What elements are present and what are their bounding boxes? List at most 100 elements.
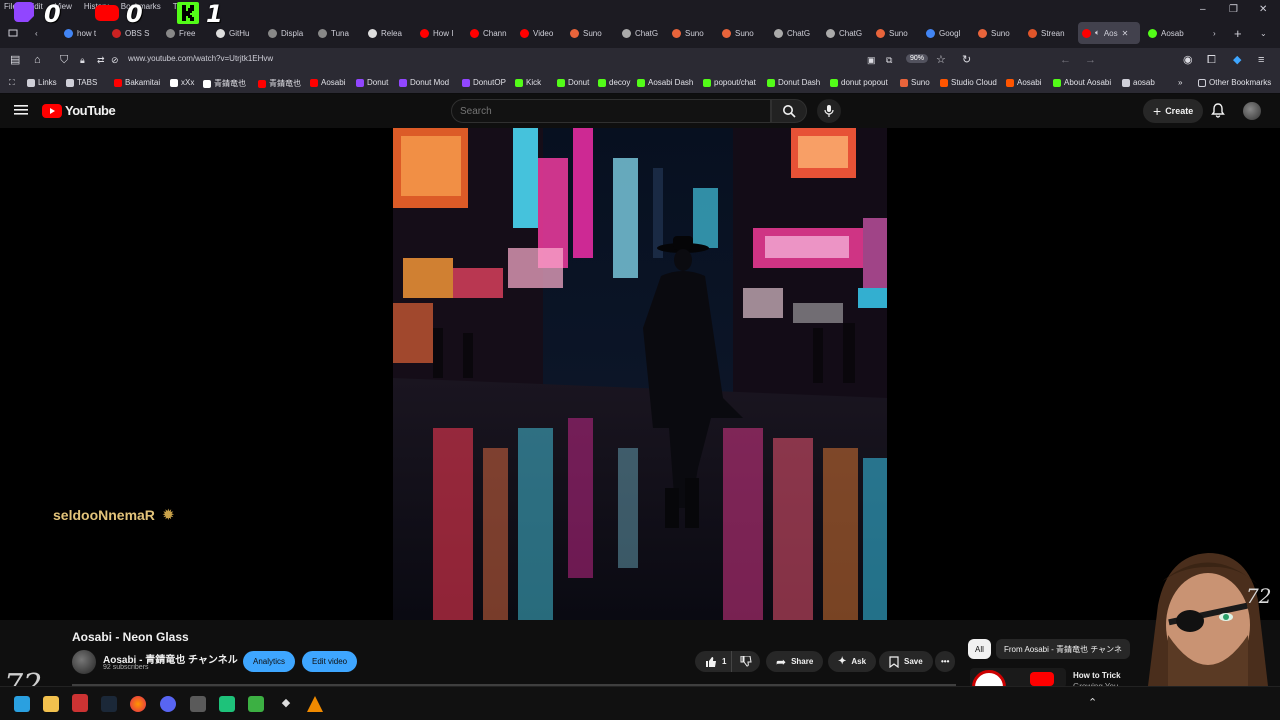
tab-scroll-left[interactable]: ‹: [35, 22, 47, 44]
bookmark-item[interactable]: aosab: [1122, 78, 1155, 87]
bookmark-item[interactable]: Donut Dash: [767, 78, 820, 87]
screenshot-icon[interactable]: ⧉: [886, 53, 892, 67]
back-icon[interactable]: ←: [1060, 53, 1071, 67]
bookmark-star-icon[interactable]: ☆: [936, 53, 946, 67]
bookmark-item[interactable]: Bakamitai: [114, 78, 160, 87]
close-tab-icon[interactable]: ✕: [1122, 29, 1129, 38]
dislike-button[interactable]: [731, 651, 760, 672]
search-input[interactable]: [452, 100, 770, 122]
windows-start-icon[interactable]: [14, 696, 30, 712]
save-button[interactable]: Save: [879, 651, 933, 672]
browser-tab[interactable]: Tuna: [318, 22, 364, 44]
browser-tab[interactable]: OBS S: [112, 22, 158, 44]
bookmark-item[interactable]: Aosabi: [1006, 78, 1041, 87]
browser-tab[interactable]: Displa: [268, 22, 314, 44]
bookmark-item[interactable]: Suno: [900, 78, 930, 87]
bookmark-item[interactable]: Links: [27, 78, 57, 87]
bookmark-item[interactable]: decoy: [598, 78, 630, 87]
browser-tab[interactable]: Suno: [672, 22, 718, 44]
youtube-logo[interactable]: YouTube: [42, 103, 116, 118]
bookmark-item[interactable]: Donut: [557, 78, 589, 87]
list-all-tabs-button[interactable]: ⌄: [1260, 22, 1272, 44]
other-bookmarks-folder[interactable]: Other Bookmarks: [1198, 78, 1271, 87]
extensions-icon[interactable]: ⧠: [1207, 53, 1216, 67]
new-tab-button[interactable]: +: [1234, 22, 1246, 44]
chat-app-icon[interactable]: [219, 696, 235, 712]
speaker-icon[interactable]: 🔈︎: [1095, 28, 1100, 38]
bookmark-item[interactable]: 青錆竜也: [258, 78, 301, 89]
bookmark-item[interactable]: Donut Mod: [399, 78, 449, 87]
shield-icon[interactable]: ⛉: [60, 53, 68, 67]
bookmark-item[interactable]: Studio Cloud: [940, 78, 997, 87]
mute-icon[interactable]: ⊘: [111, 53, 119, 67]
create-button[interactable]: + Create: [1143, 99, 1204, 123]
guide-menu-button[interactable]: [14, 104, 28, 116]
browser-tab[interactable]: Googl: [926, 22, 972, 44]
reload-icon[interactable]: ↻: [962, 53, 971, 67]
notifications-button[interactable]: [1211, 103, 1225, 118]
bookmark-item[interactable]: xXx: [170, 78, 194, 87]
voice-search-button[interactable]: [817, 99, 841, 123]
browser-tab[interactable]: ChatG: [826, 22, 872, 44]
analytics-button[interactable]: Analytics: [243, 651, 296, 672]
forward-icon[interactable]: →: [1085, 53, 1096, 67]
browser-tab[interactable]: How I: [420, 22, 466, 44]
browser-tab[interactable]: how t: [64, 22, 110, 44]
browser-tab[interactable]: Video: [520, 22, 566, 44]
close-window-button[interactable]: ✕: [1259, 4, 1267, 15]
bookmark-item[interactable]: Aosabi: [310, 78, 345, 87]
browser-tab[interactable]: Relea: [368, 22, 414, 44]
bookmark-item[interactable]: Kick: [515, 78, 541, 87]
browser-tab[interactable]: Strean: [1028, 22, 1074, 44]
bookmark-item[interactable]: donut popout: [830, 78, 888, 87]
home-icon[interactable]: ⌂: [34, 53, 41, 67]
tab-scroll-right[interactable]: ›: [1213, 22, 1223, 44]
filter-chip-from-channel[interactable]: From Aosabi - 青錆竜也 チャンネ: [996, 639, 1130, 659]
minimize-button[interactable]: –: [1200, 4, 1206, 15]
firefox-icon[interactable]: [130, 696, 146, 712]
steam-icon[interactable]: [101, 696, 117, 712]
browser-tab[interactable]: Suno: [978, 22, 1024, 44]
notepad-icon[interactable]: [248, 696, 264, 712]
bookmark-item[interactable]: Aosabi Dash: [637, 78, 693, 87]
discord-icon[interactable]: [160, 696, 176, 712]
lock-icon[interactable]: 🔒︎: [80, 53, 85, 67]
zoom-level[interactable]: 90%: [906, 54, 929, 63]
bookmark-item[interactable]: popout/chat: [703, 78, 756, 87]
reader-view-icon[interactable]: ▣: [867, 53, 876, 67]
account-icon[interactable]: ◉: [1183, 53, 1193, 67]
maximize-button[interactable]: ❐: [1229, 4, 1238, 15]
browser-tab[interactable]: Suno: [876, 22, 922, 44]
search-button[interactable]: [771, 99, 807, 123]
sidebar-toggle-icon[interactable]: ▤: [10, 53, 20, 67]
bookmark-item[interactable]: DonutOP: [462, 78, 506, 87]
more-bookmarks-icon[interactable]: »: [1178, 78, 1182, 87]
browser-tab[interactable]: 🔈︎ Aos ✕: [1078, 22, 1140, 44]
recommended-video-title[interactable]: How to Trick: [1073, 671, 1121, 680]
app-tile-icon[interactable]: [72, 694, 88, 712]
file-explorer-icon[interactable]: [43, 696, 59, 712]
diamond-app-icon[interactable]: ◆: [278, 696, 294, 712]
browser-tab[interactable]: Suno: [722, 22, 768, 44]
channel-avatar[interactable]: [72, 650, 96, 674]
browser-tab[interactable]: Free: [166, 22, 212, 44]
bookmark-item[interactable]: Donut: [356, 78, 388, 87]
browser-tab[interactable]: ChatG: [622, 22, 668, 44]
vlc-icon[interactable]: [307, 696, 323, 712]
app-icon[interactable]: [190, 696, 206, 712]
url-bar[interactable]: www.youtube.com/watch?v=Utrjtk1EHvw: [128, 54, 273, 63]
tray-chevron-up-icon[interactable]: ⌃: [1088, 696, 1097, 709]
bookmark-item[interactable]: About Aosabi: [1053, 78, 1111, 87]
browser-tab[interactable]: GitHu: [216, 22, 262, 44]
permissions-icon[interactable]: ⇄: [97, 53, 105, 67]
video-thumbnail[interactable]: [393, 128, 887, 620]
bookmarks-manage-icon[interactable]: ⛶: [9, 78, 15, 88]
like-button[interactable]: 1: [695, 651, 733, 672]
search-box[interactable]: [451, 99, 771, 123]
extension-badge-icon[interactable]: ◆: [1233, 53, 1241, 67]
account-avatar[interactable]: [1243, 102, 1261, 120]
filter-chip-all[interactable]: All: [968, 639, 991, 659]
share-button[interactable]: ➦ Share: [766, 651, 824, 672]
ask-button[interactable]: ✦ Ask: [828, 651, 877, 672]
browser-tab[interactable]: ChatG: [774, 22, 820, 44]
